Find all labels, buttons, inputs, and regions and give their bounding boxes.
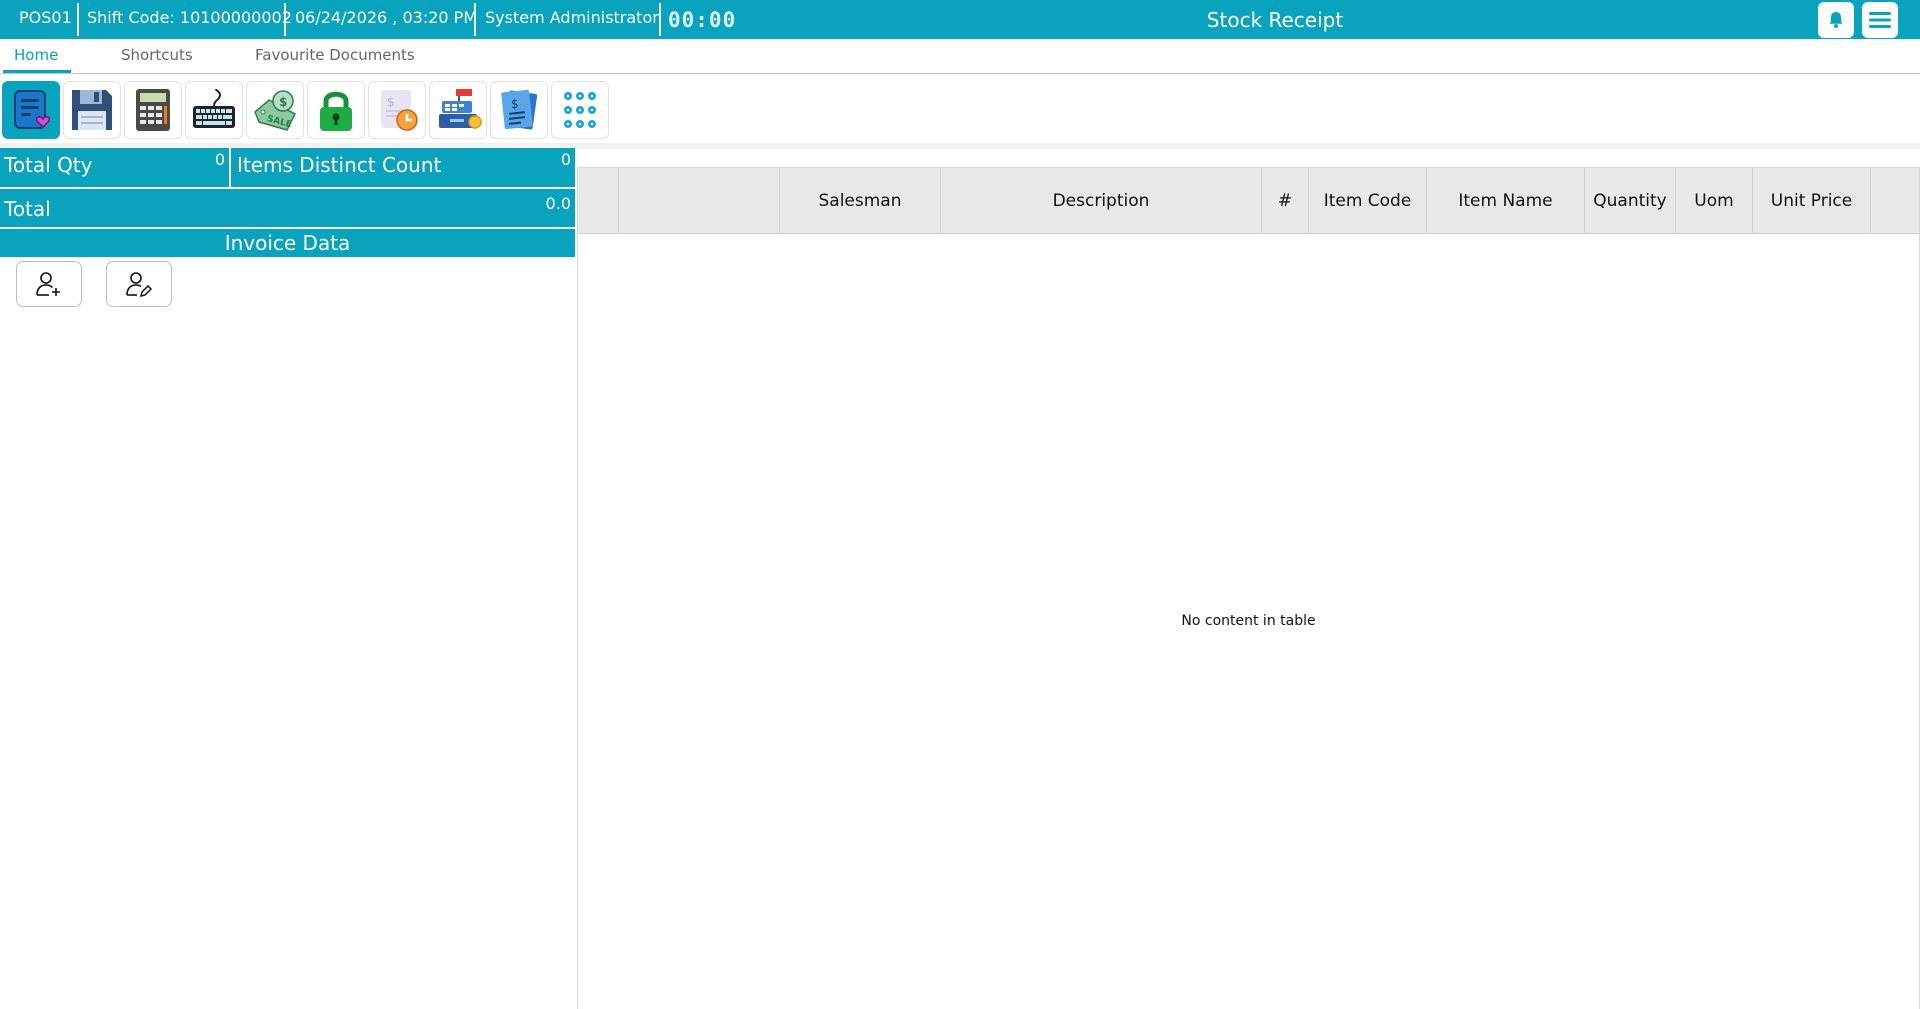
virtual-keyboard-button[interactable] xyxy=(185,81,243,139)
svg-text:$: $ xyxy=(279,95,287,109)
top-bar: POS01 Shift Code: 10100000002 06/24/2026… xyxy=(0,0,1920,39)
main-menu-button[interactable] xyxy=(1862,2,1898,38)
column-header-number[interactable]: # xyxy=(1262,168,1309,234)
table-header: Salesman Description # Item Code Item Na… xyxy=(578,168,1919,234)
lock-icon xyxy=(320,91,352,131)
total-label: Total xyxy=(4,197,51,221)
column-header-item-code[interactable]: Item Code xyxy=(1309,168,1427,234)
column-header-description[interactable]: Description xyxy=(941,168,1262,234)
edit-customer-icon xyxy=(126,272,153,298)
notifications-button[interactable] xyxy=(1818,2,1854,38)
page-title: Stock Receipt xyxy=(1206,8,1344,32)
cash-register-icon xyxy=(439,89,482,129)
pos-code: POS01 xyxy=(19,8,72,27)
invoices-button[interactable]: $ xyxy=(490,81,548,139)
column-header-quantity[interactable]: Quantity xyxy=(1585,168,1676,234)
save-button[interactable] xyxy=(63,81,121,139)
separator xyxy=(659,3,661,36)
tab-favourite-documents[interactable]: Favourite Documents xyxy=(255,46,415,64)
pending-documents-button[interactable]: $ xyxy=(368,81,426,139)
items-distinct-count-value: 0 xyxy=(560,150,571,169)
column-header-uom[interactable]: Uom xyxy=(1676,168,1753,234)
svg-text:$: $ xyxy=(387,95,395,109)
column-header-select[interactable] xyxy=(578,168,619,234)
calculator-icon xyxy=(136,89,170,131)
hamburger-menu-icon xyxy=(1869,12,1891,28)
column-header-salesman[interactable]: Salesman xyxy=(780,168,941,234)
shift-code: Shift Code: 10100000002 xyxy=(87,8,292,27)
total-qty-box: Total Qty 0 xyxy=(0,148,229,187)
favorite-documents-button[interactable] xyxy=(2,81,60,139)
tab-bar: Home Shortcuts Favourite Documents xyxy=(0,40,1920,74)
invoice-data-header: Invoice Data xyxy=(0,229,575,257)
user-name: System Administrator xyxy=(485,8,659,27)
lock-button[interactable] xyxy=(307,81,365,139)
items-table: Salesman Description # Item Code Item Na… xyxy=(577,167,1920,1009)
add-customer-icon xyxy=(36,272,60,296)
edit-customer-button[interactable] xyxy=(106,261,172,307)
numpad-button[interactable] xyxy=(551,81,609,139)
numpad-icon xyxy=(564,92,596,128)
column-header-item-name[interactable]: Item Name xyxy=(1427,168,1585,234)
save-icon xyxy=(72,90,112,130)
add-customer-button[interactable] xyxy=(16,261,82,307)
sale-button[interactable]: SALE $ xyxy=(246,81,304,139)
total-qty-label: Total Qty xyxy=(4,153,93,177)
invoice-papers-icon: $ xyxy=(501,89,538,130)
items-distinct-count-box: Items Distinct Count 0 xyxy=(231,148,575,187)
keyboard-icon xyxy=(193,88,235,128)
bell-icon xyxy=(1829,12,1843,28)
svg-text:$: $ xyxy=(511,97,519,111)
column-header-unit-price[interactable]: Unit Price xyxy=(1753,168,1871,234)
date-time: 06/24/2026 , 03:20 PM xyxy=(295,8,478,27)
separator xyxy=(474,3,476,36)
column-header-extra[interactable] xyxy=(1871,168,1919,234)
total-value: 0.0 xyxy=(545,194,571,213)
tab-shortcuts[interactable]: Shortcuts xyxy=(121,46,193,64)
cash-register-button[interactable] xyxy=(429,81,487,139)
total-box: Total 0.0 xyxy=(0,189,575,227)
empty-table-message: No content in table xyxy=(1181,613,1316,629)
session-timer: 00:00 xyxy=(668,8,737,32)
document-favorite-icon xyxy=(14,90,51,129)
total-qty-value: 0 xyxy=(214,150,225,169)
active-tab-indicator xyxy=(3,70,71,73)
tab-home[interactable]: Home xyxy=(14,46,58,64)
sale-tag-icon: SALE $ xyxy=(254,90,296,131)
separator xyxy=(77,3,79,36)
calculator-button[interactable] xyxy=(124,81,182,139)
scheduled-document-icon: $ xyxy=(381,90,418,131)
items-distinct-count-label: Items Distinct Count xyxy=(237,153,442,177)
column-header-actions[interactable] xyxy=(619,168,780,234)
separator xyxy=(284,3,286,36)
